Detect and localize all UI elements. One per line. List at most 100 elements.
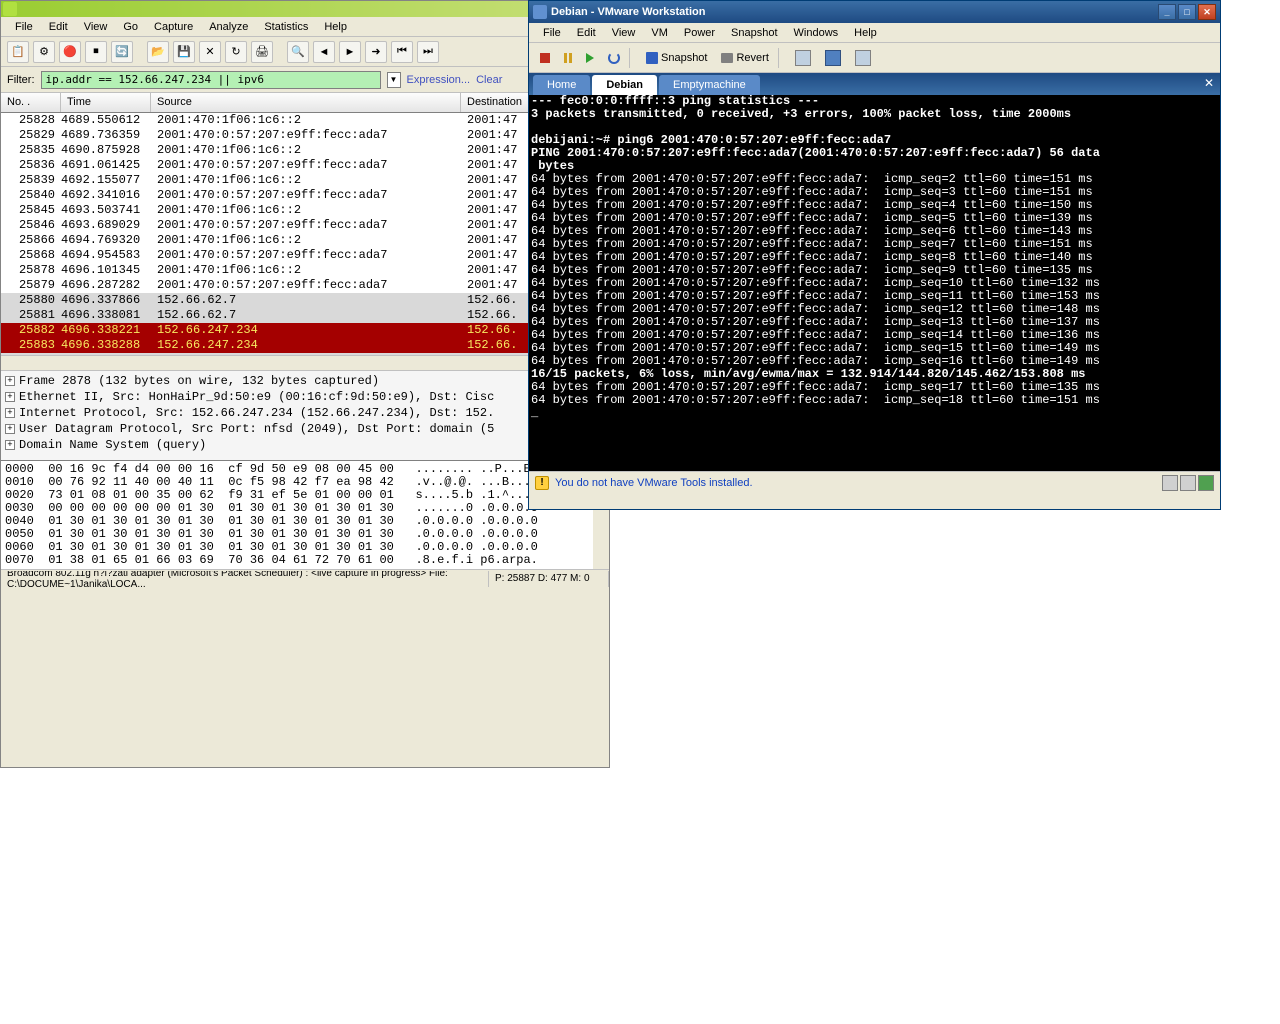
- packet-row[interactable]: 258664694.7693202001:470:1f06:1c6::22001…: [1, 233, 609, 248]
- packet-row[interactable]: 258814696.338081152.66.62.7152.66.: [1, 308, 609, 323]
- vm-view1-button[interactable]: [790, 47, 816, 69]
- detail-row[interactable]: +Domain Name System (query): [5, 437, 605, 453]
- vmware-titlebar[interactable]: Debian - VMware Workstation _ □ ✕: [529, 1, 1220, 23]
- vm-menu-edit[interactable]: Edit: [569, 25, 604, 41]
- play-icon: [586, 53, 594, 63]
- expand-icon[interactable]: +: [5, 408, 15, 418]
- tab-home[interactable]: Home: [533, 75, 590, 95]
- menu-view[interactable]: View: [76, 19, 116, 35]
- close-button[interactable]: ✕: [1198, 4, 1216, 20]
- expand-icon[interactable]: +: [5, 440, 15, 450]
- packet-row[interactable]: 258294689.7363592001:470:0:57:207:e9ff:f…: [1, 128, 609, 143]
- vm-menu-help[interactable]: Help: [846, 25, 885, 41]
- packet-row[interactable]: 258834696.338288152.66.247.234152.66.: [1, 338, 609, 353]
- packet-details[interactable]: +Frame 2878 (132 bytes on wire, 132 byte…: [1, 371, 609, 461]
- detail-row[interactable]: +Ethernet II, Src: HonHaiPr_9d:50:e9 (00…: [5, 389, 605, 405]
- view-icon: [795, 50, 811, 66]
- stop-icon: [540, 53, 550, 63]
- packet-row[interactable]: 258464693.6890292001:470:0:57:207:e9ff:f…: [1, 218, 609, 233]
- tb-find-icon[interactable]: 🔍: [287, 41, 309, 63]
- tb-start-icon[interactable]: 🔴: [59, 41, 81, 63]
- tb-options-icon[interactable]: ⚙: [33, 41, 55, 63]
- vm-menu-power[interactable]: Power: [676, 25, 723, 41]
- packet-row[interactable]: 258794696.2872822001:470:0:57:207:e9ff:f…: [1, 278, 609, 293]
- expand-icon[interactable]: +: [5, 392, 15, 402]
- tb-last-icon[interactable]: ⏭: [417, 41, 439, 63]
- filter-expression-link[interactable]: Expression...: [407, 74, 471, 86]
- vm-stop-button[interactable]: [535, 47, 555, 69]
- packet-row[interactable]: 258394692.1550772001:470:1f06:1c6::22001…: [1, 173, 609, 188]
- vm-menu-snapshot[interactable]: Snapshot: [723, 25, 785, 41]
- tb-stop-icon[interactable]: ⏹: [85, 41, 107, 63]
- packet-row[interactable]: 258824696.338221152.66.247.234152.66.: [1, 323, 609, 338]
- vm-menu-windows[interactable]: Windows: [786, 25, 847, 41]
- vm-revert-button[interactable]: Revert: [716, 47, 773, 69]
- packet-row[interactable]: 258874696.868362152.66.62.7152.66.: [1, 353, 609, 355]
- menu-statistics[interactable]: Statistics: [256, 19, 316, 35]
- tb-goto-icon[interactable]: ➜: [365, 41, 387, 63]
- vm-terminal[interactable]: --- fec0:0:0:ffff::3 ping statistics ---…: [529, 95, 1220, 471]
- tab-emptymachine[interactable]: Emptymachine: [659, 75, 760, 95]
- packet-row[interactable]: 258354690.8759282001:470:1f06:1c6::22001…: [1, 143, 609, 158]
- wireshark-titlebar[interactable]: [1, 1, 609, 17]
- menu-capture[interactable]: Capture: [146, 19, 201, 35]
- vm-menu-file[interactable]: File: [535, 25, 569, 41]
- vm-unity-button[interactable]: [850, 47, 876, 69]
- col-source[interactable]: Source: [151, 93, 461, 112]
- vm-fullscreen-button[interactable]: [820, 47, 846, 69]
- vmware-icon: [533, 5, 547, 19]
- vm-status-text[interactable]: You do not have VMware Tools installed.: [555, 477, 1156, 489]
- tab-close-icon[interactable]: ✕: [1202, 76, 1216, 90]
- vm-snapshot-button[interactable]: Snapshot: [641, 47, 712, 69]
- menu-file[interactable]: File: [7, 19, 41, 35]
- tb-back-icon[interactable]: ◄: [313, 41, 335, 63]
- packet-row[interactable]: 258404692.3410162001:470:0:57:207:e9ff:f…: [1, 188, 609, 203]
- device-harddisk-icon[interactable]: [1162, 475, 1178, 491]
- detail-row[interactable]: +Internet Protocol, Src: 152.66.247.234 …: [5, 405, 605, 421]
- expand-icon[interactable]: +: [5, 376, 15, 386]
- wireshark-menubar: File Edit View Go Capture Analyze Statis…: [1, 17, 609, 37]
- vm-play-button[interactable]: [581, 47, 599, 69]
- packet-hex[interactable]: 0000 00 16 9c f4 d4 00 00 16 cf 9d 50 e9…: [1, 461, 609, 569]
- packet-row[interactable]: 258364691.0614252001:470:0:57:207:e9ff:f…: [1, 158, 609, 173]
- menu-edit[interactable]: Edit: [41, 19, 76, 35]
- vm-reset-button[interactable]: [603, 47, 625, 69]
- packet-list-hscroll[interactable]: [1, 355, 609, 371]
- device-cd-icon[interactable]: [1180, 475, 1196, 491]
- tb-save-icon[interactable]: 💾: [173, 41, 195, 63]
- col-time[interactable]: Time: [61, 93, 151, 112]
- filter-input[interactable]: [41, 71, 381, 89]
- device-network-icon[interactable]: [1198, 475, 1214, 491]
- vm-pause-button[interactable]: [559, 47, 577, 69]
- packet-row[interactable]: 258684694.9545832001:470:0:57:207:e9ff:f…: [1, 248, 609, 263]
- menu-analyze[interactable]: Analyze: [201, 19, 256, 35]
- minimize-button[interactable]: _: [1158, 4, 1176, 20]
- tb-interfaces-icon[interactable]: 📋: [7, 41, 29, 63]
- tb-reload-icon[interactable]: ↻: [225, 41, 247, 63]
- tb-print-icon[interactable]: 🖨: [251, 41, 273, 63]
- packet-row[interactable]: 258804696.337866152.66.62.7152.66.: [1, 293, 609, 308]
- wireshark-statusbar: Broadcom 802.11g h?l?zati adapter (Micro…: [1, 569, 609, 587]
- vm-menu-vm[interactable]: VM: [643, 25, 676, 41]
- col-no[interactable]: No. .: [1, 93, 61, 112]
- packet-row[interactable]: 258454693.5037412001:470:1f06:1c6::22001…: [1, 203, 609, 218]
- tab-debian[interactable]: Debian: [592, 75, 657, 95]
- packet-list[interactable]: 258284689.5506122001:470:1f06:1c6::22001…: [1, 113, 609, 355]
- tb-open-icon[interactable]: 📂: [147, 41, 169, 63]
- tb-first-icon[interactable]: ⏮: [391, 41, 413, 63]
- wireshark-icon: [3, 2, 17, 16]
- detail-row[interactable]: +Frame 2878 (132 bytes on wire, 132 byte…: [5, 373, 605, 389]
- tb-restart-icon[interactable]: 🔄: [111, 41, 133, 63]
- maximize-button[interactable]: □: [1178, 4, 1196, 20]
- packet-row[interactable]: 258284689.5506122001:470:1f06:1c6::22001…: [1, 113, 609, 128]
- vm-menu-view[interactable]: View: [604, 25, 644, 41]
- menu-help[interactable]: Help: [316, 19, 355, 35]
- tb-close-icon[interactable]: ✕: [199, 41, 221, 63]
- tb-forward-icon[interactable]: ►: [339, 41, 361, 63]
- expand-icon[interactable]: +: [5, 424, 15, 434]
- menu-go[interactable]: Go: [115, 19, 146, 35]
- filter-clear-link[interactable]: Clear: [476, 74, 502, 86]
- packet-row[interactable]: 258784696.1013452001:470:1f06:1c6::22001…: [1, 263, 609, 278]
- detail-row[interactable]: +User Datagram Protocol, Src Port: nfsd …: [5, 421, 605, 437]
- filter-dropdown-icon[interactable]: ▼: [387, 72, 401, 88]
